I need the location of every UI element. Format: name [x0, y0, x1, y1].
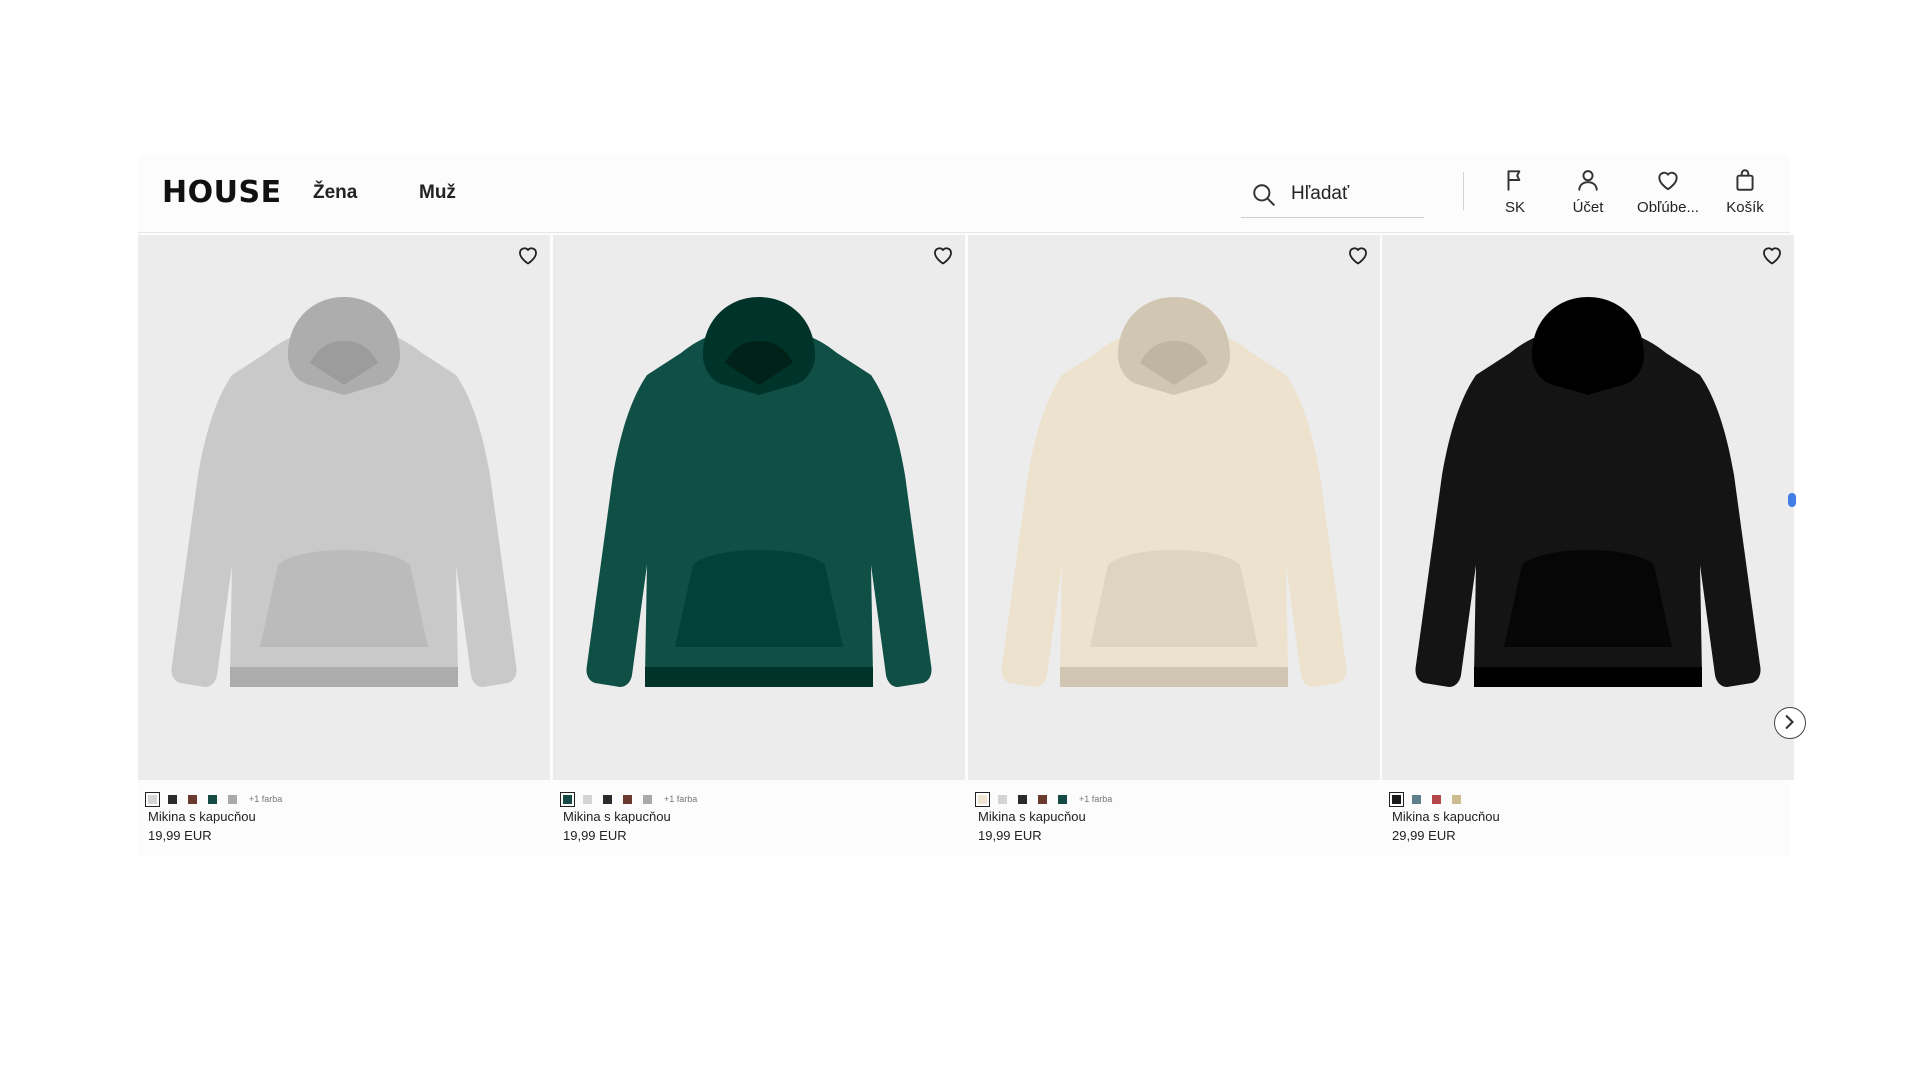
nav-muz[interactable]: Muž [419, 182, 456, 204]
color-swatch[interactable] [1452, 794, 1461, 804]
product-card[interactable]: +1 farba Mikina s kapucňou 19,99 EUR [138, 235, 550, 855]
color-swatch[interactable] [560, 791, 575, 807]
product-card[interactable]: Mikina s kapucňou 29,99 EUR [1382, 235, 1794, 855]
carousel-next-button[interactable] [1774, 707, 1806, 739]
color-swatch[interactable] [975, 791, 990, 807]
color-swatch[interactable] [643, 794, 652, 804]
color-swatch[interactable] [145, 791, 160, 807]
product-name[interactable]: Mikina s kapucňou [563, 809, 671, 824]
color-swatch[interactable] [603, 794, 612, 804]
account-button[interactable]: Účet [1558, 167, 1618, 223]
bag-icon [1736, 169, 1754, 191]
product-image[interactable] [138, 235, 550, 780]
cart-label: Košík [1726, 199, 1764, 216]
color-swatches: +1 farba [560, 791, 697, 807]
product-image[interactable] [1382, 235, 1794, 780]
color-swatch[interactable] [1432, 794, 1441, 804]
product-card[interactable]: +1 farba Mikina s kapucňou 19,99 EUR [553, 235, 965, 855]
heart-icon[interactable] [1760, 243, 1784, 267]
product-image[interactable] [968, 235, 1380, 780]
header-divider [1463, 172, 1464, 210]
color-swatch[interactable] [1058, 794, 1067, 804]
color-swatches: +1 farba [145, 791, 282, 807]
page-frame: HOUSE Žena Muž SK Účet [138, 155, 1806, 855]
color-swatches [1389, 791, 1472, 807]
color-swatch[interactable] [998, 794, 1007, 804]
logo[interactable]: HOUSE [162, 175, 282, 210]
product-price: 29,99 EUR [1392, 828, 1456, 843]
product-name[interactable]: Mikina s kapucňou [1392, 809, 1500, 824]
language-button[interactable]: SK [1490, 167, 1540, 223]
flag-icon [1507, 170, 1521, 191]
site-header: HOUSE Žena Muž SK Účet [138, 155, 1790, 233]
more-colors-label[interactable]: +1 farba [249, 794, 282, 804]
color-swatch[interactable] [1412, 794, 1421, 804]
more-colors-label[interactable]: +1 farba [1079, 794, 1112, 804]
color-swatch[interactable] [623, 794, 632, 804]
more-colors-label[interactable]: +1 farba [664, 794, 697, 804]
search-box[interactable] [1241, 171, 1424, 218]
favorites-button[interactable]: Obľúbe... [1626, 167, 1710, 223]
search-icon [1253, 184, 1275, 206]
product-name[interactable]: Mikina s kapucňou [978, 809, 1086, 824]
heart-icon[interactable] [516, 243, 540, 267]
color-swatch[interactable] [208, 794, 217, 804]
heart-icon[interactable] [931, 243, 955, 267]
heart-icon[interactable] [1346, 243, 1370, 267]
chevron-right-icon [1785, 715, 1794, 729]
product-card[interactable]: +1 farba Mikina s kapucňou 19,99 EUR [968, 235, 1380, 855]
user-icon [1578, 170, 1598, 191]
product-name[interactable]: Mikina s kapucňou [148, 809, 256, 824]
cart-button[interactable]: Košík [1714, 167, 1776, 223]
color-swatch[interactable] [1038, 794, 1047, 804]
product-price: 19,99 EUR [148, 828, 212, 843]
favorites-label: Obľúbe... [1637, 199, 1699, 216]
color-swatch[interactable] [228, 794, 237, 804]
account-label: Účet [1572, 199, 1604, 216]
color-swatch[interactable] [168, 794, 177, 804]
search-input[interactable] [1289, 179, 1423, 209]
color-swatch[interactable] [1018, 794, 1027, 804]
scroll-indicator [1788, 493, 1796, 507]
nav-zena[interactable]: Žena [313, 182, 357, 204]
color-swatch[interactable] [188, 794, 197, 804]
product-price: 19,99 EUR [563, 828, 627, 843]
product-image[interactable] [553, 235, 965, 780]
color-swatch[interactable] [583, 794, 592, 804]
color-swatches: +1 farba [975, 791, 1112, 807]
color-swatch[interactable] [1389, 791, 1404, 807]
language-label: SK [1504, 199, 1525, 216]
product-price: 19,99 EUR [978, 828, 1042, 843]
heart-icon [1658, 171, 1678, 191]
